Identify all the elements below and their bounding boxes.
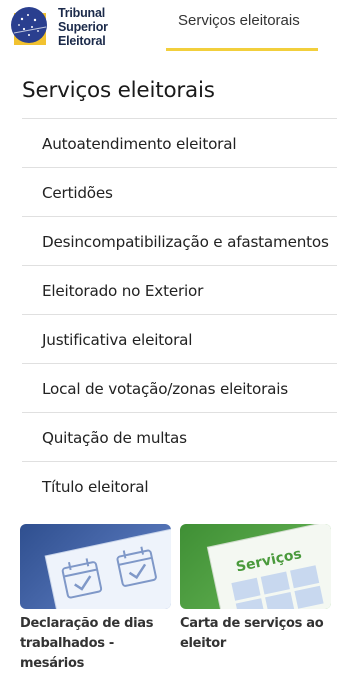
- card-caption[interactable]: Carta de serviços ao eleitor: [180, 614, 331, 654]
- tse-logo[interactable]: Tribunal Superior Eleitoral: [8, 3, 118, 51]
- services-menu: Autoatendimento eleitoral Certidões Desi…: [22, 118, 337, 510]
- menu-item-autoatendimento[interactable]: Autoatendimento eleitoral: [22, 119, 337, 168]
- tab-servicos-eleitorais[interactable]: Serviços eleitorais: [166, 0, 318, 51]
- page-title: Serviços eleitorais: [22, 78, 215, 103]
- card-carta-servicos[interactable]: Serviços Carta de serviços ao eleitor: [180, 524, 331, 654]
- caption-line: Carta de serviços ao: [180, 616, 324, 631]
- caption-line: Declaração de dias: [20, 616, 154, 631]
- menu-item-label: Autoatendimento eleitoral: [42, 135, 237, 153]
- calendar-icon: [44, 524, 171, 609]
- tse-emblem-icon: [11, 7, 47, 45]
- logo-line-1: Tribunal: [58, 6, 106, 20]
- card-caption[interactable]: Declaração de dias trabalhados - mesário…: [20, 614, 171, 674]
- card-declaracao-mesarios[interactable]: Declaração de dias trabalhados - mesário…: [20, 524, 171, 674]
- menu-item-label: Justificativa eleitoral: [42, 331, 193, 349]
- logo-line-3: Eleitoral: [58, 34, 106, 48]
- caption-line: mesários: [20, 656, 85, 671]
- card-image-servicos[interactable]: Serviços: [180, 524, 331, 609]
- tse-logo-text: Tribunal Superior Eleitoral: [58, 6, 108, 48]
- menu-item-titulo-eleitoral[interactable]: Título eleitoral: [22, 462, 337, 510]
- menu-item-label: Título eleitoral: [42, 478, 149, 496]
- tab-label: Serviços eleitorais: [178, 12, 300, 29]
- menu-item-justificativa[interactable]: Justificativa eleitoral: [22, 315, 337, 364]
- site-header: Tribunal Superior Eleitoral Serviços ele…: [0, 0, 337, 58]
- menu-item-label: Local de votação/zonas eleitorais: [42, 380, 289, 398]
- menu-item-label: Quitação de multas: [42, 429, 187, 447]
- menu-item-eleitorado-exterior[interactable]: Eleitorado no Exterior: [22, 266, 337, 315]
- caption-line: eleitor: [180, 636, 227, 651]
- menu-item-quitacao-multas[interactable]: Quitação de multas: [22, 413, 337, 462]
- card-image-calendar[interactable]: [20, 524, 171, 609]
- service-cards: Declaração de dias trabalhados - mesário…: [20, 524, 337, 692]
- menu-item-label: Eleitorado no Exterior: [42, 282, 204, 300]
- menu-item-label: Desincompatibilização e afastamentos: [42, 233, 329, 251]
- logo-line-2: Superior: [58, 20, 108, 34]
- menu-item-label: Certidões: [42, 184, 113, 202]
- caption-line: trabalhados -: [20, 636, 114, 651]
- document-icon: Serviços: [206, 524, 331, 609]
- menu-item-local-votacao[interactable]: Local de votação/zonas eleitorais: [22, 364, 337, 413]
- menu-item-desincompatibilizacao[interactable]: Desincompatibilização e afastamentos: [22, 217, 337, 266]
- menu-item-certidoes[interactable]: Certidões: [22, 168, 337, 217]
